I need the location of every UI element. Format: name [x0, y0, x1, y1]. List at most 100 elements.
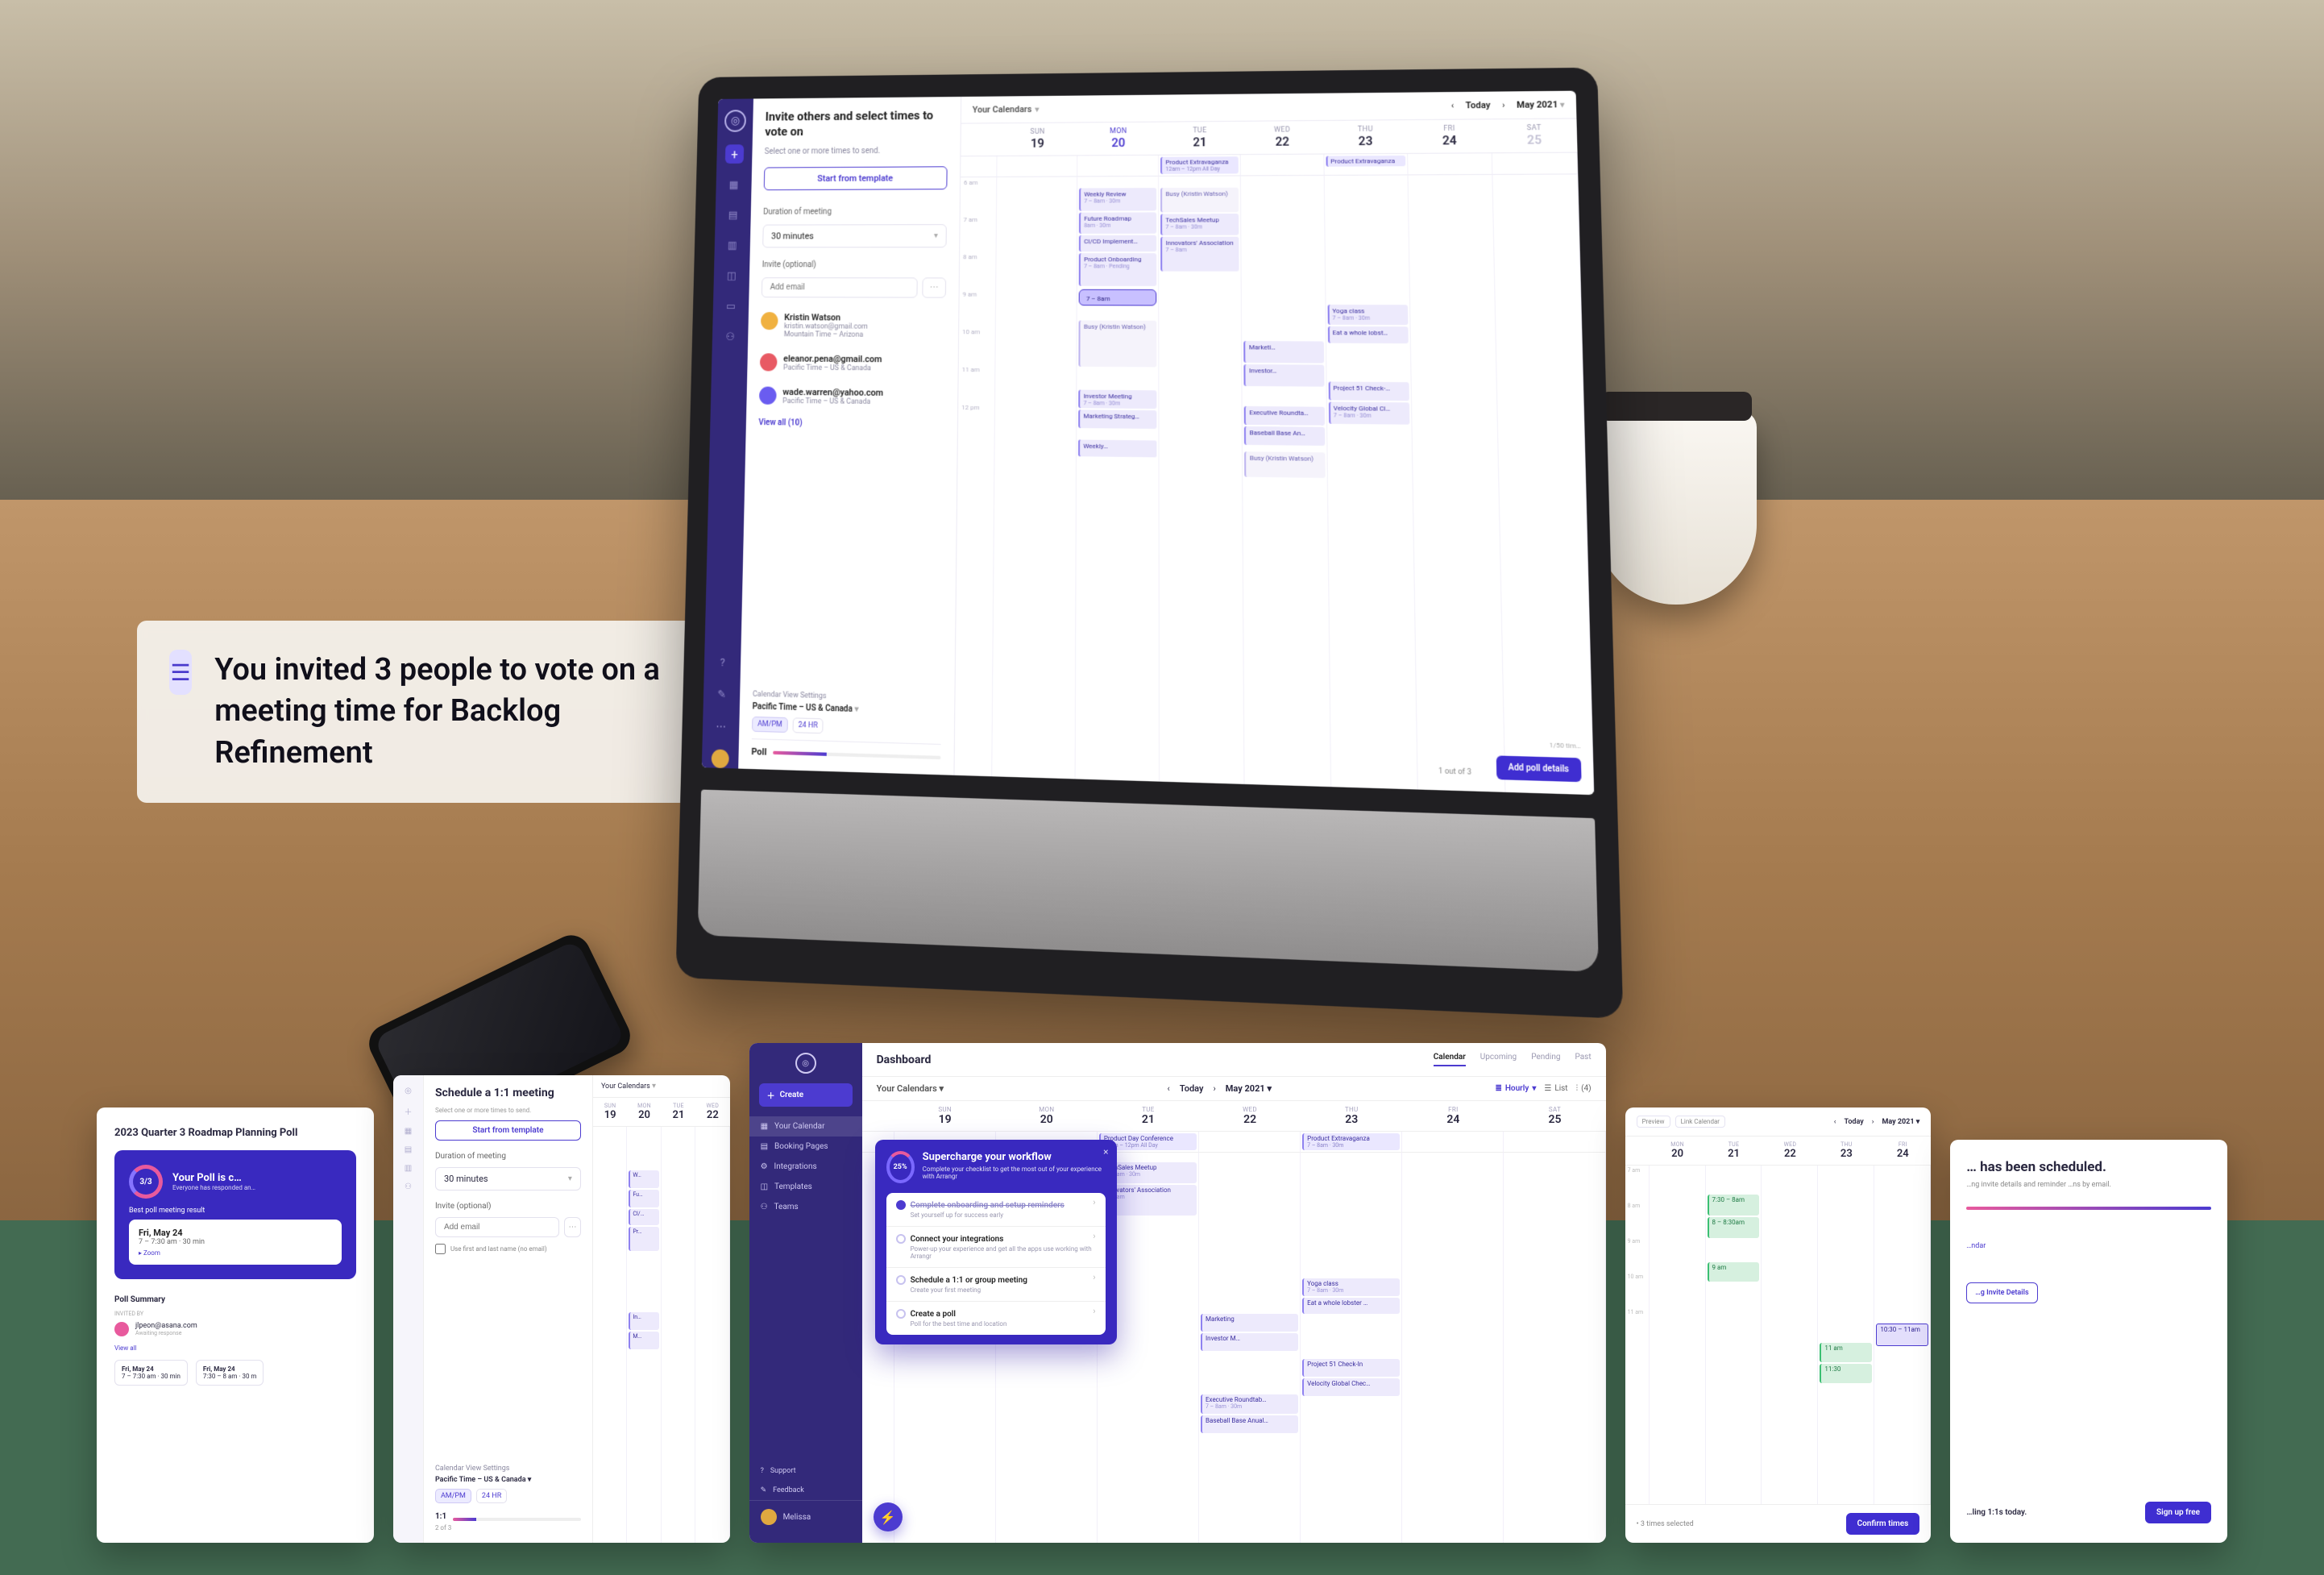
calendar-event[interactable]: Busy (Kristin Watson)	[1160, 188, 1239, 213]
start-from-template-button[interactable]: Start from template	[764, 166, 948, 190]
today-button[interactable]: Today	[1466, 100, 1491, 111]
calendar-event[interactable]: Fu…	[629, 1190, 658, 1207]
day-column[interactable]	[1650, 1166, 1706, 1504]
calendar-event[interactable]: Weekly…	[1078, 440, 1157, 458]
view-all-link[interactable]: View all (10)	[758, 418, 944, 428]
day-column[interactable]: 11 am11:30	[1818, 1166, 1874, 1504]
calendar-event[interactable]: Baseball Base Anual…	[1201, 1415, 1298, 1433]
onboarding-item[interactable]: Complete onboarding and setup reminders …	[886, 1193, 1106, 1227]
start-from-template-button[interactable]: Start from template	[435, 1120, 581, 1141]
ampm-toggle[interactable]: AM/PM	[435, 1489, 471, 1503]
today-button[interactable]: Today	[1844, 1118, 1863, 1126]
rail-card-icon[interactable]: ▭	[722, 297, 740, 315]
onboarding-item[interactable]: Create a poll › Poll for the best time a…	[886, 1302, 1106, 1335]
day-header[interactable]: WED22	[695, 1098, 729, 1126]
calendar-event[interactable]: 7 – 8am	[1079, 289, 1157, 306]
onboarding-item[interactable]: Schedule a 1:1 or group meeting › Create…	[886, 1268, 1106, 1302]
duration-select[interactable]: 30 minutes ▾	[762, 224, 947, 247]
link-calendar-button[interactable]: Link Calendar	[1675, 1116, 1725, 1128]
name-only-checkbox[interactable]: Use first and last name (no email)	[435, 1244, 581, 1254]
view-all-link[interactable]: View all	[114, 1344, 356, 1352]
rail-avatar[interactable]	[712, 749, 729, 768]
day-header[interactable]: SUN19	[998, 123, 1078, 156]
allday-event[interactable]: Product Extravaganza7 – 8am · 30m	[1302, 1133, 1400, 1150]
calendar-event[interactable]: Yoga class7 – 8am · 30m	[1327, 305, 1408, 325]
nav-your-calendar[interactable]: ▦ Your Calendar	[749, 1116, 862, 1137]
day-column[interactable]: MarketingInvestor M…Executive Roundtab…7…	[1199, 1153, 1301, 1543]
calendar-link[interactable]: …ndar	[1966, 1242, 2211, 1250]
poll-slot[interactable]: Fri, May 247 – 7:30 am · 30 min	[114, 1360, 188, 1386]
rail-feedback-icon[interactable]: ✎	[713, 685, 731, 704]
day-header[interactable]: TUE21	[1159, 122, 1241, 155]
calendar-event[interactable]: Pr…	[629, 1227, 658, 1251]
next-week-button[interactable]: ›	[1872, 1118, 1874, 1126]
day-column[interactable]	[1492, 174, 1594, 795]
prev-week-button[interactable]: ‹	[1834, 1118, 1836, 1126]
create-button[interactable]: ＋ Create	[759, 1083, 853, 1107]
tab-calendar[interactable]: Calendar	[1434, 1053, 1466, 1066]
day-header[interactable]: THU23	[1324, 120, 1408, 153]
time-slot[interactable]: 11:30	[1820, 1364, 1872, 1383]
day-column[interactable]: Weekly Review7 – 8am · 30mFuture Roadmap…	[1076, 177, 1160, 782]
day-column[interactable]: Busy (Kristin Watson)TechSales Meetup7 –…	[1159, 176, 1245, 783]
poll-slot[interactable]: Fri, May 247:30 – 8 am · 30 m	[196, 1360, 264, 1386]
day-header[interactable]: SAT25	[1504, 1101, 1605, 1131]
calendar-event[interactable]: Weekly Review7 – 8am · 30m	[1079, 188, 1156, 211]
day-header[interactable]: WED22	[1762, 1137, 1818, 1165]
day-column[interactable]: Yoga class7 – 8am · 30mEat a whole lobst…	[1324, 175, 1417, 789]
prev-week-button[interactable]: ‹	[1451, 100, 1455, 110]
time-slot[interactable]: 10:30 – 11am	[1876, 1324, 1928, 1346]
day-column[interactable]	[695, 1127, 729, 1543]
cvs-timezone[interactable]: Pacific Time – US & Canada ▾	[753, 702, 942, 717]
rail-pages-icon[interactable]: ▤	[724, 206, 742, 224]
day-column[interactable]: Marketi…Investor…Executive Roundta…Baseb…	[1241, 176, 1330, 787]
allday-event[interactable]: Product Extravaganza	[1326, 156, 1405, 167]
day-header[interactable]: THU23	[1818, 1137, 1874, 1165]
month-picker[interactable]: May 2021 ▾	[1517, 99, 1565, 110]
calendar-event[interactable]: Busy (Kristin Watson)	[1079, 321, 1157, 368]
ampm-toggle[interactable]: AM/PM	[752, 717, 788, 733]
your-calendars-dropdown[interactable]: Your Calendars ▾	[593, 1075, 730, 1098]
tab-upcoming[interactable]: Upcoming	[1480, 1053, 1517, 1066]
rail-calendar-icon[interactable]: ▦	[725, 177, 743, 194]
nav-booking-pages[interactable]: ▤ Booking Pages	[749, 1137, 862, 1157]
24hr-toggle[interactable]: 24 HR	[476, 1489, 507, 1503]
prev-week-button[interactable]: ‹	[1168, 1083, 1170, 1094]
rail-more-icon[interactable]: ⋯	[712, 717, 730, 737]
confirm-times-button[interactable]: Confirm times	[1846, 1513, 1920, 1535]
day-header[interactable]: FRI24	[1402, 1101, 1504, 1131]
nav-templates[interactable]: ◫ Templates	[749, 1177, 862, 1197]
nav-support[interactable]: ? Support	[749, 1461, 862, 1481]
user-menu[interactable]: Melissa	[749, 1500, 862, 1533]
day-header[interactable]: THU23	[1301, 1101, 1402, 1131]
day-header[interactable]: MON20	[1077, 123, 1159, 156]
day-header[interactable]: MON20	[627, 1098, 661, 1126]
rail-teams-icon[interactable]: ⚇	[721, 328, 739, 346]
calendar-event[interactable]: Baseball Base An…	[1244, 426, 1325, 446]
rail-plus-icon[interactable]: ＋	[404, 1105, 412, 1117]
day-header[interactable]: SUN19	[894, 1101, 996, 1131]
day-column[interactable]: Yoga class7 – 8am · 30mEat a whole lobst…	[1301, 1153, 1402, 1543]
day-header[interactable]: MON20	[996, 1101, 1098, 1131]
invite-email-input[interactable]	[762, 277, 918, 297]
day-header[interactable]: SUN19	[593, 1098, 627, 1126]
nav-feedback[interactable]: ✎ Feedback	[749, 1481, 862, 1500]
tab-past[interactable]: Past	[1575, 1053, 1591, 1066]
calendar-event[interactable]: Marketi…	[1244, 341, 1324, 363]
calendar-event[interactable]: Busy (Kristin Watson)	[1244, 451, 1325, 478]
month-picker[interactable]: May 2021 ▾	[1226, 1083, 1272, 1094]
nav-teams[interactable]: ⚇ Teams	[749, 1197, 862, 1217]
calendar-event[interactable]: Velocity Global Cl…7 – 8am · 30m	[1328, 402, 1409, 425]
day-column[interactable]	[1762, 1166, 1818, 1504]
calendar-event[interactable]: Project 51 Check-…	[1328, 381, 1409, 401]
time-slot[interactable]: 7:30 – 8am	[1708, 1195, 1760, 1216]
calendar-event[interactable]: Eat a whole lobst…	[1327, 326, 1408, 343]
calendar-event[interactable]: Project 51 Check-In	[1302, 1359, 1400, 1377]
calendar-event[interactable]: CI/…	[629, 1209, 658, 1225]
calendar-event[interactable]: CI/CD Implement…	[1079, 235, 1156, 251]
day-column[interactable]: 7:30 – 8am8 – 8:30am9 am	[1706, 1166, 1762, 1504]
day-column[interactable]	[992, 177, 1077, 779]
day-header[interactable]: WED22	[1241, 121, 1324, 154]
rail-help-icon[interactable]: ?	[714, 653, 732, 671]
preview-button[interactable]: Preview	[1637, 1116, 1670, 1128]
